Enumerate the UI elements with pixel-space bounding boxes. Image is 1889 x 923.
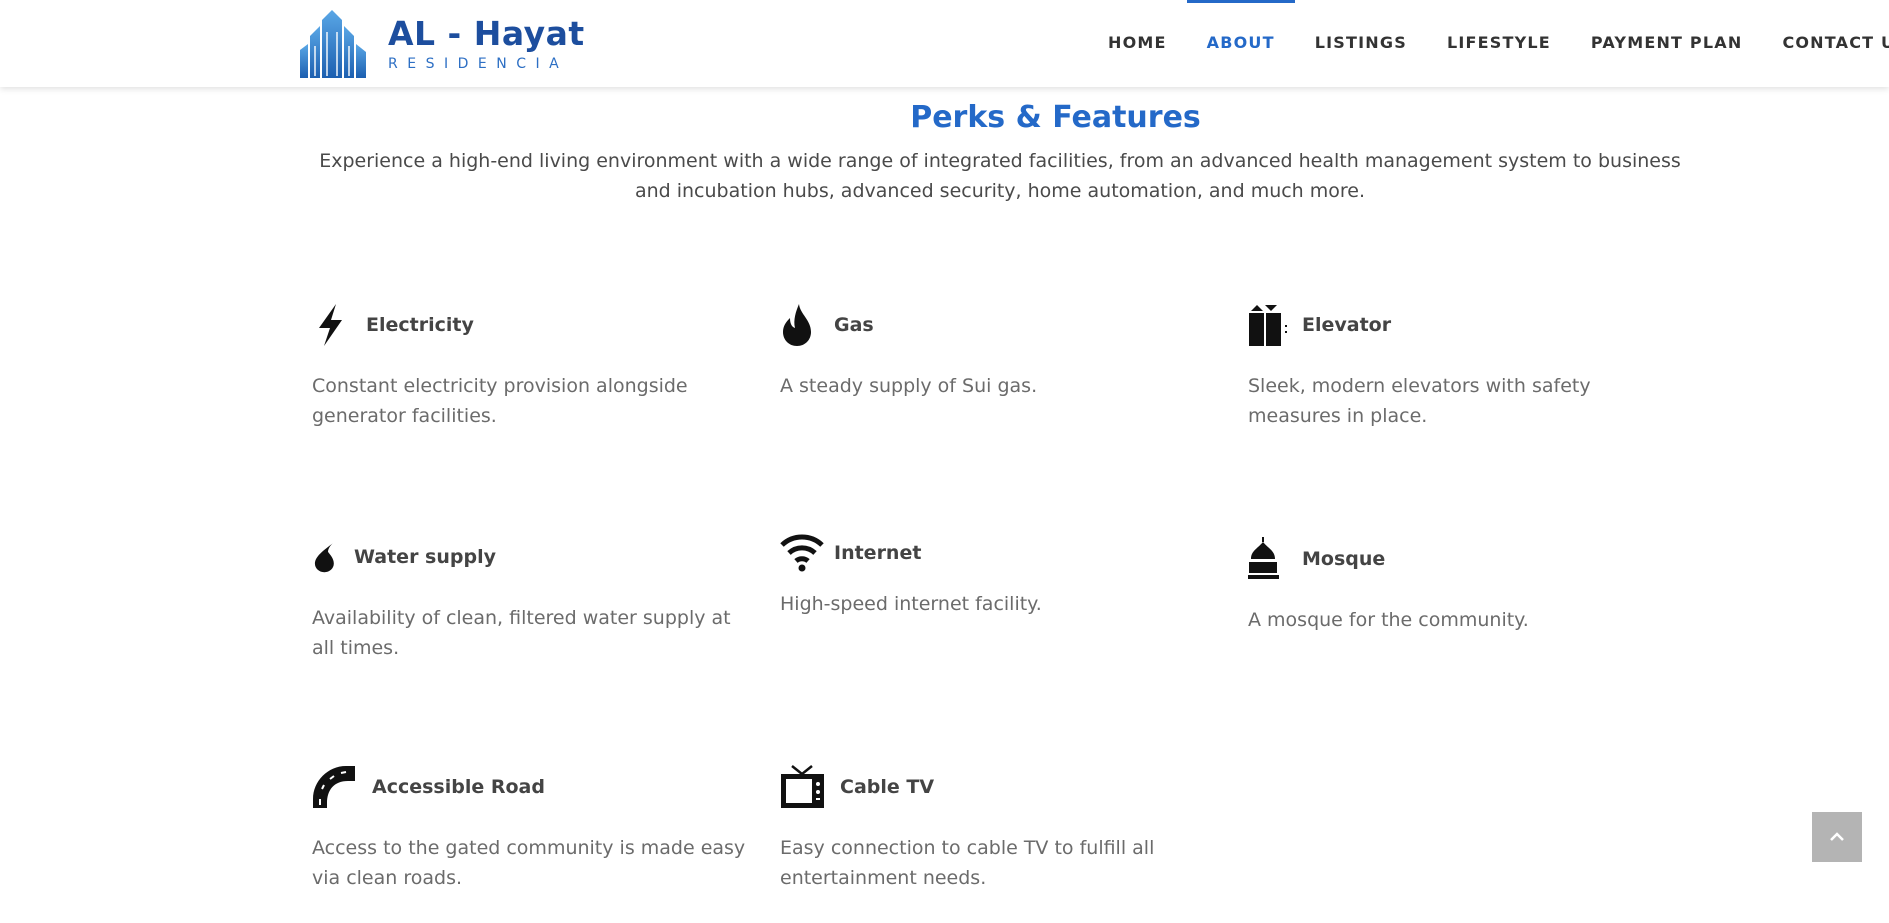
feature-title: Mosque [1302, 548, 1386, 570]
feature-description: Easy connection to cable TV to fulfill a… [780, 837, 1155, 889]
lightning-bolt-icon [312, 303, 356, 347]
road-icon [312, 765, 356, 809]
scroll-to-top-button[interactable] [1812, 812, 1862, 862]
chevron-up-icon [1830, 832, 1844, 841]
nav-contact-us[interactable]: CONTACT US [1762, 0, 1889, 87]
feature-title: Cable TV [840, 776, 935, 798]
feature-title: Internet [834, 542, 922, 564]
section-intro: Experience a high-end living environment… [319, 150, 1681, 202]
nav-about[interactable]: ABOUT [1186, 0, 1295, 87]
logo[interactable]: AL - Hayat RESIDENCIA [300, 10, 585, 78]
feature-description: A mosque for the community. [1248, 609, 1529, 631]
feature-description: Availability of clean, filtered water su… [312, 607, 731, 659]
feature-description: Sleek, modern elevators with safety meas… [1248, 375, 1591, 427]
feature-title: Accessible Road [372, 776, 545, 798]
site-header: AL - Hayat RESIDENCIA HOME ABOUT LISTING… [0, 0, 1889, 87]
elevator-icon [1248, 303, 1292, 347]
buildings-logo-icon [300, 10, 366, 78]
feature-description: Constant electricity provision alongside… [312, 375, 688, 427]
mosque-icon [1248, 537, 1292, 581]
nav-listings[interactable]: LISTINGS [1295, 0, 1427, 87]
feature-card-elevator: Elevator Sleek, modern elevators with sa… [1248, 303, 1688, 431]
feature-card-water-supply: Water supply Availability of clean, filt… [312, 535, 752, 663]
tv-icon [780, 765, 824, 809]
main-nav: HOME ABOUT LISTINGS LIFESTYLE PAYMENT PL… [1088, 0, 1889, 87]
feature-card-electricity: Electricity Constant electricity provisi… [312, 303, 752, 431]
feature-card-gas: Gas A steady supply of Sui gas. [780, 303, 1220, 401]
water-drop-icon [312, 535, 344, 579]
feature-card-cable-tv: Cable TV Easy connection to cable TV to … [780, 765, 1220, 893]
brand-subtitle: RESIDENCIA [388, 56, 569, 72]
section-title: Perks & Features [910, 100, 1201, 135]
feature-title: Elevator [1302, 314, 1392, 336]
feature-card-accessible-road: Accessible Road Access to the gated comm… [312, 765, 752, 893]
wifi-icon [780, 531, 824, 575]
nav-lifestyle[interactable]: LIFESTYLE [1427, 0, 1571, 87]
feature-description: Access to the gated community is made ea… [312, 837, 746, 889]
feature-card-internet: Internet High-speed internet facility. [780, 531, 1220, 619]
feature-card-mosque: Mosque A mosque for the community. [1248, 537, 1688, 635]
flame-icon [780, 303, 824, 347]
brand-title: AL - Hayat [388, 14, 585, 53]
feature-description: High-speed internet facility. [780, 593, 1042, 615]
nav-payment-plan[interactable]: PAYMENT PLAN [1571, 0, 1763, 87]
feature-description: A steady supply of Sui gas. [780, 375, 1038, 397]
feature-title: Gas [834, 314, 874, 336]
feature-title: Electricity [366, 314, 474, 336]
nav-home[interactable]: HOME [1088, 0, 1187, 87]
feature-title: Water supply [354, 546, 496, 568]
